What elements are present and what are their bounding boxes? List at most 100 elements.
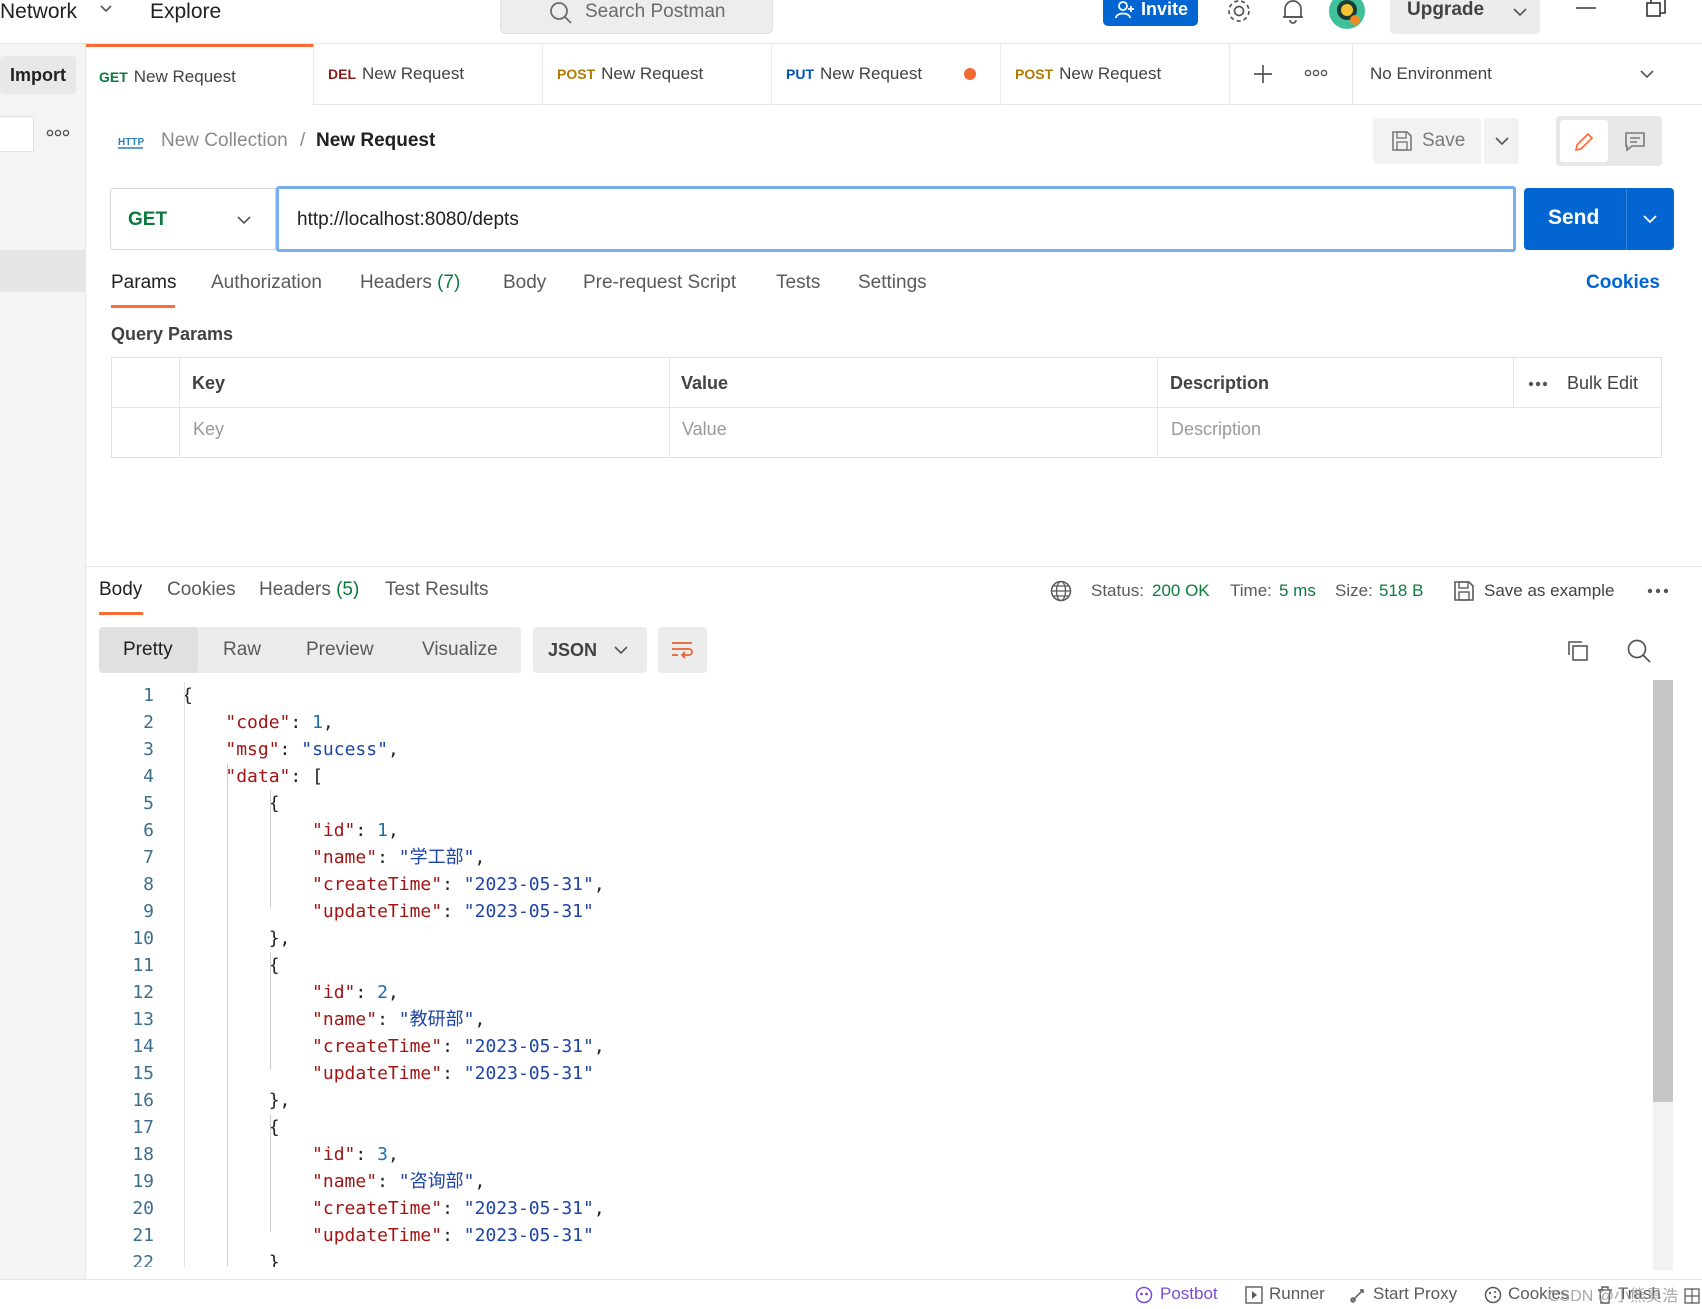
code-text: }, bbox=[182, 1090, 291, 1111]
more-tabs-icon[interactable] bbox=[1304, 68, 1328, 78]
code-text: "code": 1, bbox=[225, 712, 334, 733]
value-input[interactable]: Value bbox=[682, 419, 727, 440]
nav-network[interactable]: Network bbox=[0, 0, 77, 24]
line-number: 1 bbox=[143, 685, 154, 706]
view-preview-button[interactable]: Preview bbox=[306, 639, 374, 661]
scrollbar-track[interactable] bbox=[1653, 680, 1673, 1270]
response-tab-body[interactable]: Body bbox=[99, 579, 142, 601]
nav-explore[interactable]: Explore bbox=[150, 0, 221, 24]
start-proxy-button[interactable]: Start Proxy bbox=[1373, 1284, 1457, 1304]
upgrade-label: Upgrade bbox=[1407, 0, 1485, 20]
code-line: 4 "data": [ bbox=[100, 763, 1650, 790]
comment-icon[interactable] bbox=[1624, 130, 1646, 152]
chevron-down-icon[interactable] bbox=[1642, 211, 1658, 227]
tab-authorization[interactable]: Authorization bbox=[211, 272, 322, 294]
chevron-down-icon[interactable] bbox=[99, 2, 113, 16]
copy-icon[interactable] bbox=[1567, 640, 1589, 662]
tab-post-new-request[interactable]: POST New Request bbox=[543, 44, 772, 105]
more-options-icon[interactable] bbox=[1647, 587, 1669, 595]
line-number: 8 bbox=[143, 874, 154, 895]
globe-icon[interactable] bbox=[1050, 580, 1072, 602]
line-number: 16 bbox=[132, 1090, 154, 1111]
view-pretty-button[interactable]: Pretty bbox=[99, 627, 198, 673]
edit-mode-button[interactable] bbox=[1560, 120, 1608, 162]
unsaved-dot bbox=[964, 68, 976, 80]
postbot-button[interactable]: Postbot bbox=[1160, 1284, 1218, 1304]
more-options-icon[interactable] bbox=[46, 128, 70, 138]
code-text: "updateTime": "2023-05-31" bbox=[312, 901, 594, 922]
tab-del-new-request[interactable]: DEL New Request bbox=[314, 44, 543, 105]
restore-icon[interactable] bbox=[1646, 0, 1666, 18]
save-button[interactable]: Save bbox=[1373, 118, 1481, 164]
code-text: "id": 1, bbox=[312, 820, 399, 841]
wrap-lines-button[interactable] bbox=[658, 627, 707, 673]
view-raw-button[interactable]: Raw bbox=[223, 639, 261, 661]
avatar[interactable] bbox=[1328, 0, 1366, 30]
tab-settings[interactable]: Settings bbox=[858, 272, 927, 294]
code-text: } bbox=[182, 1252, 280, 1267]
sidebar-filter-input[interactable] bbox=[0, 116, 34, 152]
search-icon[interactable] bbox=[1626, 638, 1652, 664]
postbot-icon bbox=[1135, 1286, 1153, 1304]
tab-tests[interactable]: Tests bbox=[776, 272, 820, 294]
format-select[interactable]: JSON bbox=[533, 627, 647, 673]
environment-selector[interactable]: No Environment bbox=[1352, 44, 1702, 105]
code-text: { bbox=[182, 1117, 280, 1138]
response-tab-headers[interactable]: Headers (5) bbox=[259, 579, 359, 601]
tab-label: GET New Request bbox=[99, 67, 236, 87]
invite-button[interactable]: Invite bbox=[1103, 0, 1198, 26]
description-input[interactable]: Description bbox=[1171, 419, 1261, 440]
code-text: "id": 2, bbox=[312, 982, 399, 1003]
plus-icon[interactable] bbox=[1252, 63, 1274, 85]
time-value[interactable]: 5 ms bbox=[1279, 581, 1316, 601]
method-select[interactable]: GET bbox=[110, 188, 276, 250]
import-button[interactable]: Import bbox=[0, 56, 76, 94]
format-value: JSON bbox=[548, 640, 598, 660]
code-line: 13 "name": "教研部", bbox=[100, 1006, 1650, 1033]
save-options-button[interactable] bbox=[1484, 118, 1519, 164]
tab-method: POST bbox=[557, 66, 596, 82]
search-input[interactable]: Search Postman bbox=[500, 0, 773, 34]
tab-headers[interactable]: Headers (7) bbox=[360, 272, 460, 294]
response-tab-cookies[interactable]: Cookies bbox=[167, 579, 236, 601]
column-header-description: Description bbox=[1170, 373, 1270, 393]
breadcrumb-collection[interactable]: New Collection bbox=[161, 130, 288, 152]
bulk-edit-button[interactable]: Bulk Edit bbox=[1567, 373, 1638, 394]
send-button[interactable]: Send bbox=[1524, 188, 1674, 250]
response-headers-label: Headers bbox=[259, 579, 331, 600]
upgrade-button[interactable]: Upgrade bbox=[1390, 0, 1540, 34]
view-visualize-button[interactable]: Visualize bbox=[422, 639, 498, 661]
layout-icon[interactable] bbox=[1684, 1288, 1700, 1304]
tab-label: PUT New Request bbox=[786, 64, 922, 84]
sidebar-item-selected[interactable] bbox=[0, 250, 86, 292]
scrollbar-thumb[interactable] bbox=[1653, 680, 1673, 1102]
svg-text:HTTP: HTTP bbox=[118, 137, 144, 148]
breadcrumb-request[interactable]: New Request bbox=[316, 130, 435, 152]
minimize-icon[interactable] bbox=[1576, 6, 1596, 10]
environment-label: No Environment bbox=[1370, 64, 1492, 83]
response-tab-test-results[interactable]: Test Results bbox=[385, 579, 488, 601]
response-body-viewer[interactable]: 1{2 "code": 1, 3 "msg": "sucess", 4 "data"… bbox=[100, 682, 1650, 1267]
save-as-example-button[interactable]: Save as example bbox=[1484, 581, 1614, 601]
key-input[interactable]: Key bbox=[193, 419, 224, 440]
tab-put-new-request[interactable]: PUT New Request bbox=[772, 44, 1001, 105]
more-options-icon[interactable] bbox=[1528, 380, 1548, 388]
column-header-value: Value bbox=[681, 373, 729, 393]
tab-prerequest-script[interactable]: Pre-request Script bbox=[583, 272, 736, 294]
code-text: "createTime": "2023-05-31", bbox=[312, 1198, 605, 1219]
tab-params[interactable]: Params bbox=[111, 272, 176, 294]
tab-get-new-request[interactable]: GET New Request bbox=[86, 44, 314, 105]
gear-icon[interactable] bbox=[1226, 0, 1252, 24]
tab-body[interactable]: Body bbox=[503, 272, 546, 294]
line-number: 3 bbox=[143, 739, 154, 760]
size-value[interactable]: 518 B bbox=[1379, 581, 1423, 601]
table-divider bbox=[112, 407, 1661, 408]
runner-button[interactable]: Runner bbox=[1269, 1284, 1325, 1304]
tab-post-new-request-2[interactable]: POST New Request bbox=[1001, 44, 1230, 105]
url-input[interactable]: http://localhost:8080/depts bbox=[276, 186, 1516, 252]
cookies-link[interactable]: Cookies bbox=[1586, 272, 1660, 294]
tab-method: POST bbox=[1015, 66, 1054, 82]
status-value[interactable]: 200 OK bbox=[1152, 581, 1210, 601]
bell-icon[interactable] bbox=[1281, 0, 1305, 24]
tab-headers-label: Headers bbox=[360, 272, 432, 293]
